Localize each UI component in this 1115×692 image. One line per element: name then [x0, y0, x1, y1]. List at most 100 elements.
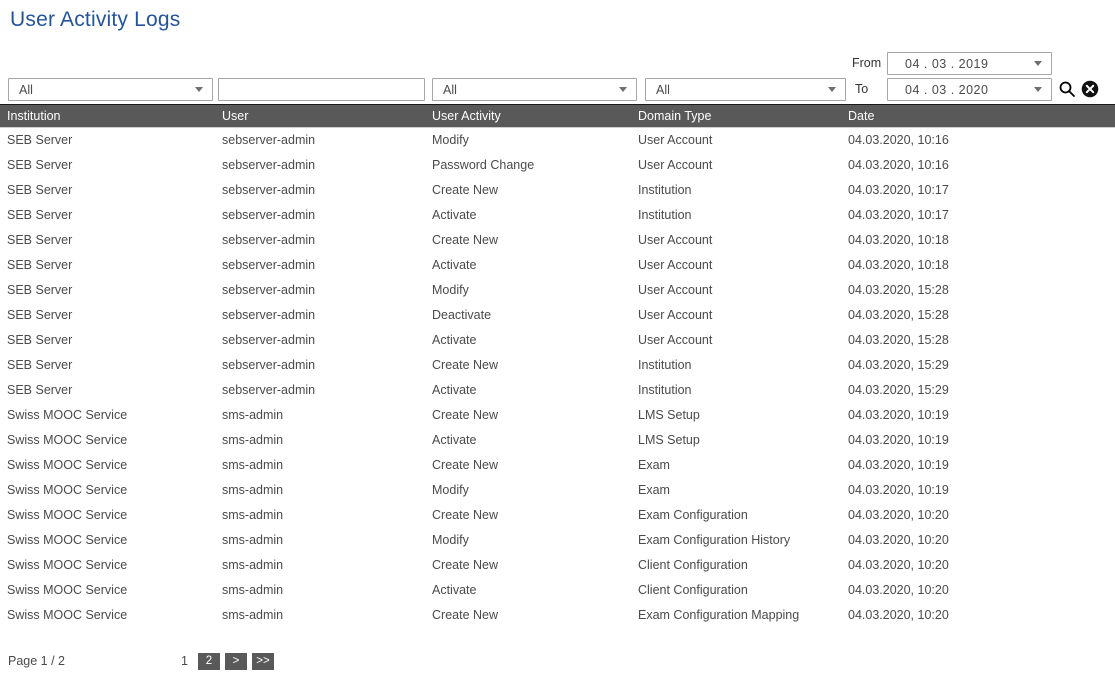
table-row[interactable]: Swiss MOOC Servicesms-adminCreate NewLMS… — [0, 403, 1115, 428]
table-cell: 04.03.2020, 10:16 — [841, 153, 1115, 178]
institution-filter-value: All — [19, 83, 33, 97]
table-cell: SEB Server — [0, 228, 215, 253]
table-cell: Swiss MOOC Service — [0, 528, 215, 553]
table-cell: Activate — [425, 578, 631, 603]
table-cell: Exam — [631, 478, 841, 503]
table-cell: 04.03.2020, 10:17 — [841, 203, 1115, 228]
clear-circle-icon[interactable] — [1081, 80, 1099, 98]
table-cell: Swiss MOOC Service — [0, 553, 215, 578]
table-cell: Create New — [425, 453, 631, 478]
table-cell: SEB Server — [0, 303, 215, 328]
column-header-user[interactable]: User — [215, 105, 425, 128]
table-cell: sebserver-admin — [215, 303, 425, 328]
pagination-next-button[interactable]: > — [225, 653, 247, 670]
from-label: From — [852, 56, 881, 70]
table-cell: Activate — [425, 328, 631, 353]
table-cell: User Account — [631, 328, 841, 353]
table-cell: LMS Setup — [631, 428, 841, 453]
table-cell: Modify — [425, 278, 631, 303]
table-cell: Activate — [425, 378, 631, 403]
table-cell: Swiss MOOC Service — [0, 403, 215, 428]
table-row[interactable]: SEB Serversebserver-adminCreate NewInsti… — [0, 353, 1115, 378]
table-cell: Create New — [425, 503, 631, 528]
table-row[interactable]: Swiss MOOC Servicesms-adminCreate NewCli… — [0, 553, 1115, 578]
column-header-user-activity[interactable]: User Activity — [425, 105, 631, 128]
table-row[interactable]: SEB Serversebserver-adminActivateInstitu… — [0, 378, 1115, 403]
table-row[interactable]: SEB Serversebserver-adminModifyUser Acco… — [0, 128, 1115, 153]
table-cell: sebserver-admin — [215, 378, 425, 403]
table-row[interactable]: SEB Serversebserver-adminDeactivateUser … — [0, 303, 1115, 328]
table-cell: SEB Server — [0, 328, 215, 353]
table-cell: 04.03.2020, 15:29 — [841, 353, 1115, 378]
table-cell: sms-admin — [215, 403, 425, 428]
table-cell: sebserver-admin — [215, 178, 425, 203]
table-row[interactable]: Swiss MOOC Servicesms-adminActivateLMS S… — [0, 428, 1115, 453]
table-cell: Modify — [425, 478, 631, 503]
table-row[interactable]: Swiss MOOC Servicesms-adminActivateClien… — [0, 578, 1115, 603]
table-cell: 04.03.2020, 15:28 — [841, 303, 1115, 328]
chevron-down-icon — [828, 87, 836, 92]
table-cell: SEB Server — [0, 153, 215, 178]
table-cell: User Account — [631, 278, 841, 303]
user-filter-input[interactable] — [218, 78, 425, 101]
table-row[interactable]: SEB Serversebserver-adminModifyUser Acco… — [0, 278, 1115, 303]
table-cell: Swiss MOOC Service — [0, 503, 215, 528]
table-cell: Institution — [631, 203, 841, 228]
table-row[interactable]: SEB Serversebserver-adminActivateInstitu… — [0, 203, 1115, 228]
table-cell: SEB Server — [0, 378, 215, 403]
table-cell: Exam Configuration Mapping — [631, 603, 841, 628]
search-icon[interactable] — [1058, 80, 1076, 98]
pagination-page-2-button[interactable]: 2 — [198, 653, 220, 670]
table-cell: User Account — [631, 128, 841, 153]
column-header-institution[interactable]: Institution — [0, 105, 215, 128]
table-cell: 04.03.2020, 15:28 — [841, 328, 1115, 353]
domain-filter-select[interactable]: All — [645, 78, 846, 101]
table-cell: 04.03.2020, 10:19 — [841, 478, 1115, 503]
table-cell: 04.03.2020, 15:28 — [841, 278, 1115, 303]
activity-filter-select[interactable]: All — [432, 78, 637, 101]
table-header-row: Institution User User Activity Domain Ty… — [0, 105, 1115, 128]
table-cell: Swiss MOOC Service — [0, 603, 215, 628]
table-cell: 04.03.2020, 10:20 — [841, 603, 1115, 628]
column-header-date[interactable]: Date — [841, 105, 1115, 128]
table-cell: sebserver-admin — [215, 203, 425, 228]
table-cell: sebserver-admin — [215, 228, 425, 253]
table-row[interactable]: SEB Serversebserver-adminCreate NewUser … — [0, 228, 1115, 253]
table-cell: Create New — [425, 353, 631, 378]
table-cell: Activate — [425, 253, 631, 278]
table-row[interactable]: Swiss MOOC Servicesms-adminModifyExam Co… — [0, 528, 1115, 553]
chevron-down-icon — [619, 87, 627, 92]
table-cell: sms-admin — [215, 503, 425, 528]
table-row[interactable]: Swiss MOOC Servicesms-adminCreate NewExa… — [0, 603, 1115, 628]
table-cell: Client Configuration — [631, 578, 841, 603]
to-label: To — [855, 82, 868, 96]
table-row[interactable]: Swiss MOOC Servicesms-adminCreate NewExa… — [0, 503, 1115, 528]
from-date-select[interactable]: 04 . 03 . 2019 — [887, 52, 1052, 75]
table-cell: 04.03.2020, 10:17 — [841, 178, 1115, 203]
table-cell: sebserver-admin — [215, 153, 425, 178]
table-cell: Create New — [425, 553, 631, 578]
table-row[interactable]: Swiss MOOC Servicesms-adminCreate NewExa… — [0, 453, 1115, 478]
table-cell: Create New — [425, 403, 631, 428]
table-cell: 04.03.2020, 10:19 — [841, 453, 1115, 478]
page-indicator: Page 1 / 2 — [8, 654, 65, 668]
chevron-down-icon — [195, 87, 203, 92]
table-cell: SEB Server — [0, 353, 215, 378]
table-cell: 04.03.2020, 10:20 — [841, 553, 1115, 578]
table-row[interactable]: SEB Serversebserver-adminActivateUser Ac… — [0, 253, 1115, 278]
table-cell: Create New — [425, 603, 631, 628]
column-header-domain-type[interactable]: Domain Type — [631, 105, 841, 128]
table-row[interactable]: SEB Serversebserver-adminCreate NewInsti… — [0, 178, 1115, 203]
table-row[interactable]: Swiss MOOC Servicesms-adminModifyExam04.… — [0, 478, 1115, 503]
table-cell: Swiss MOOC Service — [0, 578, 215, 603]
table-row[interactable]: SEB Serversebserver-adminPassword Change… — [0, 153, 1115, 178]
table-cell: 04.03.2020, 10:18 — [841, 253, 1115, 278]
institution-filter-select[interactable]: All — [8, 78, 213, 101]
table-cell: sms-admin — [215, 553, 425, 578]
table-cell: SEB Server — [0, 128, 215, 153]
table-cell: sms-admin — [215, 578, 425, 603]
pagination-last-button[interactable]: >> — [252, 653, 274, 670]
to-date-select[interactable]: 04 . 03 . 2020 — [887, 78, 1052, 101]
table-cell: Create New — [425, 228, 631, 253]
table-row[interactable]: SEB Serversebserver-adminActivateUser Ac… — [0, 328, 1115, 353]
